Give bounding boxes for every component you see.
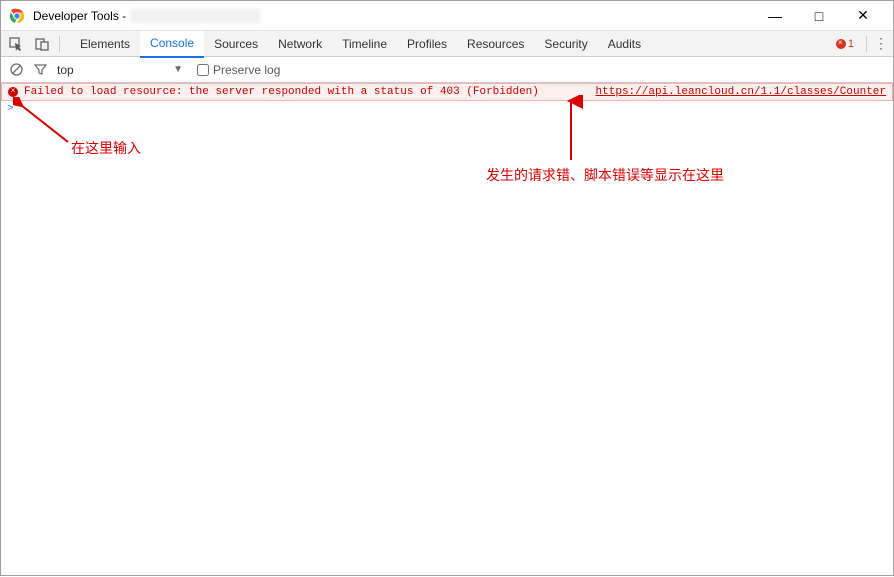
tab-network[interactable]: Network (268, 31, 332, 57)
tab-profiles[interactable]: Profiles (397, 31, 457, 57)
preserve-log-label: Preserve log (213, 63, 280, 77)
error-count-value: 1 (848, 38, 854, 50)
divider (59, 36, 60, 52)
title-redacted (130, 9, 260, 23)
filter-icon[interactable] (33, 63, 47, 77)
clear-console-icon[interactable] (9, 63, 23, 77)
tab-timeline[interactable]: Timeline (332, 31, 397, 57)
console-prompt[interactable]: > (1, 101, 893, 117)
kebab-menu-icon[interactable]: ⋮ (871, 35, 891, 52)
annotation-input-hint: 在这里输入 (71, 138, 141, 158)
tab-elements[interactable]: Elements (70, 31, 140, 57)
close-button[interactable]: ✕ (841, 1, 885, 31)
annotation-arrow-input (13, 97, 73, 147)
device-toolbar-icon[interactable] (29, 31, 55, 57)
inspect-element-icon[interactable] (3, 31, 29, 57)
context-selector[interactable]: top ▼ (57, 63, 187, 77)
minimize-button[interactable]: — (753, 1, 797, 31)
tab-console[interactable]: Console (140, 31, 204, 58)
preserve-log-checkbox[interactable] (197, 64, 209, 76)
devtools-tabbar: ElementsConsoleSourcesNetworkTimelinePro… (1, 31, 893, 57)
error-dot-icon (836, 39, 846, 49)
tab-audits[interactable]: Audits (598, 31, 651, 57)
console-panel: × Failed to load resource: the server re… (1, 83, 893, 577)
error-count-badge[interactable]: 1 (836, 38, 854, 50)
divider (866, 36, 867, 52)
maximize-button[interactable]: □ (797, 1, 841, 31)
tab-resources[interactable]: Resources (457, 31, 534, 57)
error-message: Failed to load resource: the server resp… (24, 86, 539, 98)
window-titlebar: Developer Tools - — □ ✕ (1, 1, 893, 31)
context-value: top (57, 63, 74, 77)
error-source-link[interactable]: https://api.leancloud.cn/1.1/classes/Cou… (596, 86, 886, 98)
window-title: Developer Tools - (33, 9, 126, 23)
annotation-error-hint: 发生的请求错、脚本错误等显示在这里 (486, 165, 724, 185)
tab-security[interactable]: Security (534, 31, 597, 57)
console-filterbar: top ▼ Preserve log (1, 57, 893, 83)
tab-sources[interactable]: Sources (204, 31, 268, 57)
chevron-down-icon: ▼ (173, 64, 183, 75)
chrome-icon (9, 8, 25, 24)
preserve-log-toggle[interactable]: Preserve log (197, 63, 280, 77)
annotation-arrow-error (556, 95, 586, 165)
console-error-row[interactable]: × Failed to load resource: the server re… (1, 83, 893, 101)
error-x-icon: × (8, 87, 18, 97)
